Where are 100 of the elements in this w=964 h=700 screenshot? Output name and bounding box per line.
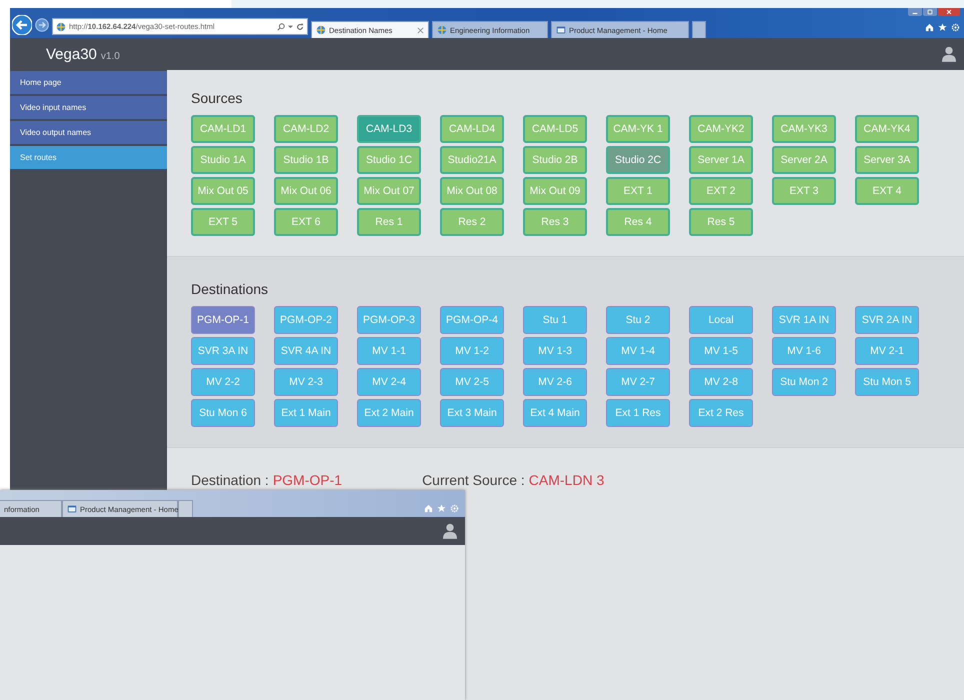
source-button[interactable]: EXT 6	[274, 208, 338, 236]
source-button[interactable]: CAM-YK2	[689, 115, 753, 143]
destination-button[interactable]: PGM-OP-3	[357, 306, 421, 334]
destination-button[interactable]: MV 2-4	[357, 368, 421, 396]
source-button[interactable]: Res 5	[689, 208, 753, 236]
destination-button[interactable]: MV 1-3	[523, 337, 587, 365]
destination-button[interactable]: Ext 4 Main	[523, 399, 587, 427]
destination-button[interactable]: MV 2-7	[606, 368, 670, 396]
globe-icon	[316, 25, 326, 35]
source-button[interactable]: Studio 1B	[274, 146, 338, 174]
status-value: CAM-LDN 3	[528, 472, 604, 488]
source-button[interactable]: EXT 4	[855, 177, 919, 205]
source-button[interactable]: Server 2A	[772, 146, 836, 174]
destination-button[interactable]: SVR 3A IN	[191, 337, 255, 365]
search-icon[interactable]	[277, 22, 285, 30]
destination-button[interactable]: MV 1-2	[440, 337, 504, 365]
destination-button[interactable]: Stu 2	[606, 306, 670, 334]
source-button[interactable]: CAM-LD3	[357, 115, 421, 143]
destination-button[interactable]: MV 2-3	[274, 368, 338, 396]
back-icon[interactable]	[12, 15, 32, 35]
maximize-icon	[927, 9, 933, 15]
maximize-button[interactable]	[923, 8, 937, 16]
minimize-button[interactable]	[908, 8, 922, 16]
status-value: PGM-OP-1	[272, 472, 342, 488]
source-button[interactable]: EXT 1	[606, 177, 670, 205]
destination-button[interactable]: Stu Mon 5	[855, 368, 919, 396]
source-button[interactable]: Mix Out 06	[274, 177, 338, 205]
destination-button[interactable]: PGM-OP-2	[274, 306, 338, 334]
source-button[interactable]: CAM-LD1	[191, 115, 255, 143]
source-button[interactable]: CAM-LD4	[440, 115, 504, 143]
destination-button[interactable]: MV 1-4	[606, 337, 670, 365]
source-button[interactable]: Server 3A	[855, 146, 919, 174]
destination-button[interactable]: MV 2-6	[523, 368, 587, 396]
settings-icon[interactable]	[951, 23, 960, 32]
source-button[interactable]: EXT 2	[689, 177, 753, 205]
destination-button[interactable]: Ext 1 Res	[606, 399, 670, 427]
destination-button[interactable]: Stu Mon 2	[772, 368, 836, 396]
source-button[interactable]: CAM-YK 1	[606, 115, 670, 143]
source-button[interactable]: Res 4	[606, 208, 670, 236]
globe-icon	[437, 25, 447, 35]
destination-button[interactable]: Ext 1 Main	[274, 399, 338, 427]
destination-button[interactable]: MV 1-5	[689, 337, 753, 365]
source-button[interactable]: Studio 2C	[606, 146, 670, 174]
destination-button[interactable]: PGM-OP-1	[191, 306, 255, 334]
app-title: Vega30	[46, 46, 97, 62]
destination-button[interactable]: MV 2-1	[855, 337, 919, 365]
source-button[interactable]: Res 3	[523, 208, 587, 236]
destination-button[interactable]: SVR 4A IN	[274, 337, 338, 365]
window-icon	[556, 25, 566, 35]
source-button[interactable]: CAM-LD5	[523, 115, 587, 143]
source-button[interactable]: Mix Out 05	[191, 177, 255, 205]
source-button[interactable]: Res 2	[440, 208, 504, 236]
destination-button[interactable]: Stu Mon 6	[191, 399, 255, 427]
destination-button[interactable]: Local	[689, 306, 753, 334]
version-label: v1.0	[100, 50, 120, 62]
source-button[interactable]: CAM-YK3	[772, 115, 836, 143]
destination-button[interactable]: MV 2-5	[440, 368, 504, 396]
caret-icon[interactable]	[288, 24, 293, 29]
refresh-icon[interactable]	[296, 22, 304, 30]
star-icon[interactable]	[437, 504, 446, 513]
source-button[interactable]: Studio 1C	[357, 146, 421, 174]
home-icon[interactable]	[925, 23, 934, 32]
destination-button[interactable]: Ext 2 Main	[357, 399, 421, 427]
source-button[interactable]: CAM-YK4	[855, 115, 919, 143]
source-button[interactable]: Studio21A	[440, 146, 504, 174]
source-button[interactable]: Mix Out 07	[357, 177, 421, 205]
close-icon	[946, 9, 952, 15]
user-icon[interactable]	[942, 46, 956, 62]
sidebar-item[interactable]: Set routes	[10, 146, 167, 170]
section-heading: Sources	[191, 90, 244, 106]
source-button[interactable]: CAM-LD2	[274, 115, 338, 143]
destination-button[interactable]: Ext 2 Res	[689, 399, 753, 427]
source-button[interactable]: Mix Out 09	[523, 177, 587, 205]
destination-button[interactable]: SVR 1A IN	[772, 306, 836, 334]
user-icon[interactable]	[443, 523, 457, 539]
destination-button[interactable]: MV 2-2	[191, 368, 255, 396]
destination-button[interactable]: Ext 3 Main	[440, 399, 504, 427]
destination-button[interactable]: MV 1-6	[772, 337, 836, 365]
sidebar-item[interactable]: Home page	[10, 71, 167, 95]
source-button[interactable]: Server 1A	[689, 146, 753, 174]
source-button[interactable]: Studio 1A	[191, 146, 255, 174]
source-button[interactable]: Res 1	[357, 208, 421, 236]
star-icon[interactable]	[938, 23, 947, 32]
destination-button[interactable]: SVR 2A IN	[855, 306, 919, 334]
source-button[interactable]: EXT 5	[191, 208, 255, 236]
close-icon[interactable]	[417, 26, 424, 34]
section-heading: Destinations	[191, 281, 270, 297]
destination-button[interactable]: MV 1-1	[357, 337, 421, 365]
source-button[interactable]: Mix Out 08	[440, 177, 504, 205]
destination-button[interactable]: MV 2-8	[689, 368, 753, 396]
window-icon	[67, 504, 77, 514]
destination-button[interactable]: PGM-OP-4	[440, 306, 504, 334]
sidebar-item[interactable]: Video output names	[10, 121, 167, 145]
source-button[interactable]: EXT 3	[772, 177, 836, 205]
close-button[interactable]	[938, 8, 960, 16]
sidebar-item[interactable]: Video input names	[10, 96, 167, 120]
source-button[interactable]: Studio 2B	[523, 146, 587, 174]
forward-icon[interactable]	[35, 18, 49, 32]
destination-button[interactable]: Stu 1	[523, 306, 587, 334]
status-label: Destination :	[191, 472, 269, 488]
